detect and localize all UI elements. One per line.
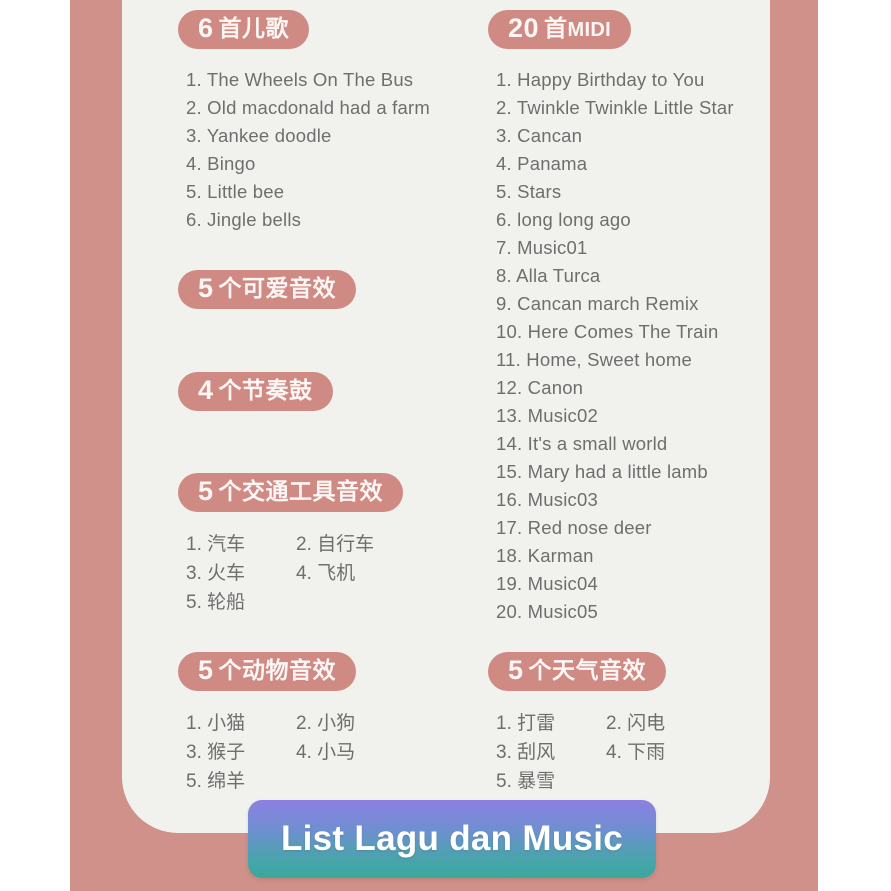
list-item: 2. Twinkle Twinkle Little Star [496,97,734,118]
list-item: 15. Mary had a little lamb [496,461,708,482]
list-item: 5. Little bee [186,181,285,202]
list-item: 17. Red nose deer [496,517,652,538]
list-item: 4. Panama [496,153,588,174]
list-item: 14. It's a small world [496,433,668,454]
list-item: 13. Music02 [496,405,598,426]
badge-animal-sounds-count: 5 [198,655,214,685]
list-item: 2. 闪电 [606,713,666,734]
list-item: 2. Old macdonald had a farm [186,97,430,118]
bottom-banner-title: List Lagu dan Music [280,819,624,858]
list-item: 9. Cancan march Remix [496,293,699,314]
list-item: 3. 刮风 [496,742,556,763]
list-item: 3. Cancan [496,125,583,146]
list-item: 8. Alla Turca [496,265,601,286]
bottom-banner: List Lagu dan Music [248,800,656,878]
badge-midi: 20 首MIDI [488,10,631,49]
list-item: 1. 打雷 [496,713,556,734]
badge-midi-label: 首 [544,15,568,41]
section-kids-songs: 6 首儿歌 1. The Wheels On The Bus 2. Old mac… [178,10,430,234]
list-animal-sounds: 1. 小猫 2. 小狗 3. 猴子 4. 小马 5. 绵羊 [186,709,406,796]
badge-rhythm-drums-count: 4 [198,375,214,405]
list-item: 11. Home, Sweet home [496,349,692,370]
list-item: 4. 飞机 [296,563,356,584]
badge-cute-sounds-count: 5 [198,273,214,303]
list-item: 7. Music01 [496,237,588,258]
list-item: 12. Canon [496,377,584,398]
product-info-page: 6 首儿歌 1. The Wheels On The Bus 2. Old mac… [0,0,891,891]
badge-kids-songs-count: 6 [198,13,214,43]
list-item: 19. Music04 [496,573,598,594]
list-item: 5. 绵羊 [186,771,246,792]
list-item: 1. Happy Birthday to You [496,69,705,90]
badge-animal-sounds: 5 个动物音效 [178,652,357,691]
badge-animal-sounds-label: 个动物音效 [218,657,337,683]
badge-weather-sounds-label: 个天气音效 [528,657,647,683]
list-transport-sounds: 1. 汽车 2. 自行车 3. 火车 4. 飞机 5. 轮船 [186,530,406,617]
list-item: 6. Jingle bells [186,209,302,230]
badge-cute-sounds: 5 个可爱音效 [178,270,357,309]
badge-kids-songs-label: 首儿歌 [218,15,290,41]
list-item: 4. 下雨 [606,742,666,763]
list-weather-sounds: 1. 打雷 2. 闪电 3. 刮风 4. 下雨 5. 暴雪 [496,709,716,796]
list-item: 16. Music03 [496,489,598,510]
list-item: 18. Karman [496,545,594,566]
list-item: 1. The Wheels On The Bus [186,69,414,90]
section-cute-sounds: 5 个可爱音效 [178,270,357,309]
list-item: 4. Bingo [186,153,256,174]
list-midi: 1. Happy Birthday to You 2. Twinkle Twin… [496,66,734,626]
section-weather-sounds: 5 个天气音效 1. 打雷 2. 闪电 3. 刮风 4. 下雨 5. 暴雪 [488,652,716,796]
list-item: 10. Here Comes The Train [496,321,719,342]
badge-rhythm-drums-label: 个节奏鼓 [218,377,313,403]
list-item: 2. 小狗 [296,713,356,734]
content-card: 6 首儿歌 1. The Wheels On The Bus 2. Old mac… [122,0,770,833]
list-item: 3. Yankee doodle [186,125,332,146]
list-item: 4. 小马 [296,742,356,763]
list-item: 5. 暴雪 [496,771,556,792]
badge-rhythm-drums: 4 个节奏鼓 [178,372,333,411]
badge-weather-sounds: 5 个天气音效 [488,652,667,691]
list-item: 5. Stars [496,181,562,202]
section-animal-sounds: 5 个动物音效 1. 小猫 2. 小狗 3. 猴子 4. 小马 5. 绵羊 [178,652,406,796]
list-item: 1. 小猫 [186,713,246,734]
badge-midi-label-suffix: MIDI [567,19,611,41]
badge-midi-count: 20 [508,13,540,43]
section-transport-sounds: 5 个交通工具音效 1. 汽车 2. 自行车 3. 火车 4. 飞机 5. 轮船 [178,473,406,617]
list-item: 20. Music05 [496,601,598,622]
list-item: 5. 轮船 [186,592,246,613]
badge-transport-sounds: 5 个交通工具音效 [178,473,404,512]
badge-cute-sounds-label: 个可爱音效 [218,275,337,301]
badge-kids-songs: 6 首儿歌 [178,10,310,49]
list-item: 3. 猴子 [186,742,246,763]
list-item: 3. 火车 [186,563,246,584]
list-item: 1. 汽车 [186,534,246,555]
badge-weather-sounds-count: 5 [508,655,524,685]
list-kids-songs: 1. The Wheels On The Bus 2. Old macdonal… [186,66,430,234]
list-item: 2. 自行车 [296,534,375,555]
section-rhythm-drums: 4 个节奏鼓 [178,372,333,411]
badge-transport-sounds-count: 5 [198,476,214,506]
section-midi: 20 首MIDI 1. Happy Birthday to You 2. Twin… [488,10,734,626]
badge-transport-sounds-label: 个交通工具音效 [218,478,384,504]
list-item: 6. long long ago [496,209,631,230]
